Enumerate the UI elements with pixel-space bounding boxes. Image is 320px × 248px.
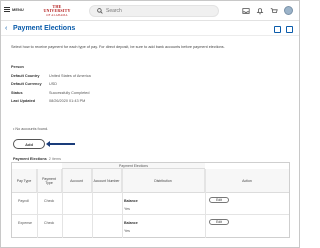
field-label: Status xyxy=(11,90,23,95)
no-accounts-message: • No accounts found. xyxy=(13,127,49,131)
export-icon[interactable] xyxy=(274,26,281,33)
column-divider xyxy=(92,169,93,238)
field-label: Default Country xyxy=(11,73,40,78)
edit-button[interactable]: Edit xyxy=(209,219,229,225)
logo-line-1: THE UNIVERSITY xyxy=(43,4,71,13)
table-title: Payment Elections xyxy=(13,157,47,161)
search-input[interactable]: Search xyxy=(89,5,219,17)
field-row-default-currency: Default Currency USD xyxy=(11,80,211,89)
field-value: United States of America xyxy=(49,73,91,78)
table-item-count: 2 items xyxy=(48,157,62,161)
cell-pay-type: Payroll xyxy=(18,199,29,203)
cart-icon[interactable] xyxy=(270,7,278,15)
search-icon xyxy=(97,8,103,14)
back-arrow-icon[interactable]: ‹ xyxy=(5,25,7,32)
cell-distribution-value: Yes xyxy=(124,229,130,233)
add-button[interactable]: Add xyxy=(13,139,45,149)
instructions-text: Select how to receive payment for each t… xyxy=(11,45,225,49)
menu-button[interactable]: MENU xyxy=(4,7,24,12)
column-divider xyxy=(62,169,63,238)
search-placeholder: Search xyxy=(106,8,122,14)
logo-line-2: OF ALABAMA xyxy=(46,13,68,17)
field-value: 08/26/2020 01:43 PM xyxy=(49,99,86,104)
column-header-distribution: Distribution xyxy=(122,169,205,193)
no-accounts-text: No accounts found. xyxy=(15,127,49,131)
column-header-account-number: Account Number xyxy=(92,169,122,193)
field-row-last-updated: Last Updated 08/26/2020 01:43 PM xyxy=(11,97,211,106)
field-label: Person xyxy=(11,65,24,70)
table-row: Expense Check Balance Yes Edit xyxy=(12,215,289,237)
cell-pay-type: Expense xyxy=(18,221,32,225)
field-label: Last Updated xyxy=(11,99,36,104)
column-header-action: Action xyxy=(205,169,289,193)
field-value: USD xyxy=(49,82,58,87)
cell-payment-type: Check xyxy=(44,199,55,203)
column-divider xyxy=(205,169,206,238)
page-title: Payment Elections xyxy=(13,25,76,32)
university-logo[interactable]: THE UNIVERSITY OF ALABAMA xyxy=(41,4,73,18)
field-label: Default Currency xyxy=(11,82,42,87)
column-divider xyxy=(122,169,123,238)
field-row-person: Person xyxy=(11,63,211,72)
hamburger-icon xyxy=(4,7,10,12)
topbar-actions xyxy=(242,6,293,15)
print-icon[interactable] xyxy=(286,26,293,33)
app-window: MENU THE UNIVERSITY OF ALABAMA Search ‹ … xyxy=(0,0,300,248)
inbox-icon[interactable] xyxy=(242,7,250,15)
top-navigation-bar: MENU THE UNIVERSITY OF ALABAMA Search xyxy=(1,1,299,21)
column-header-pay-type: Pay Type xyxy=(12,169,37,193)
callout-arrow-icon xyxy=(46,141,75,147)
edit-button[interactable]: Edit xyxy=(209,197,229,203)
cell-payment-type: Check xyxy=(44,221,55,225)
cell-distribution-label: Balance xyxy=(124,199,138,203)
table-row: Payroll Check Balance Yes Edit xyxy=(12,193,289,215)
user-avatar[interactable] xyxy=(284,6,293,15)
menu-label: MENU xyxy=(12,7,24,12)
column-header-payment-type: Payment Type xyxy=(37,169,62,193)
cell-distribution-value: Yes xyxy=(124,207,130,211)
notifications-icon[interactable] xyxy=(256,7,264,15)
cell-distribution-label: Balance xyxy=(124,221,138,225)
column-header-account: Account xyxy=(62,169,92,193)
summary-fields: Person Default Country United States of … xyxy=(11,63,211,106)
payment-elections-table: Payment Elections Pay Type Payment Type … xyxy=(11,162,290,238)
header-actions xyxy=(274,26,293,33)
field-row-default-country: Default Country United States of America xyxy=(11,72,211,81)
table-caption: Payment Elections 2 items xyxy=(13,157,61,161)
page-header: ‹ Payment Elections xyxy=(1,23,299,36)
field-row-status: Status Successfully Completed xyxy=(11,89,211,98)
field-value: Successfully Completed xyxy=(49,90,90,95)
column-divider xyxy=(37,169,38,238)
